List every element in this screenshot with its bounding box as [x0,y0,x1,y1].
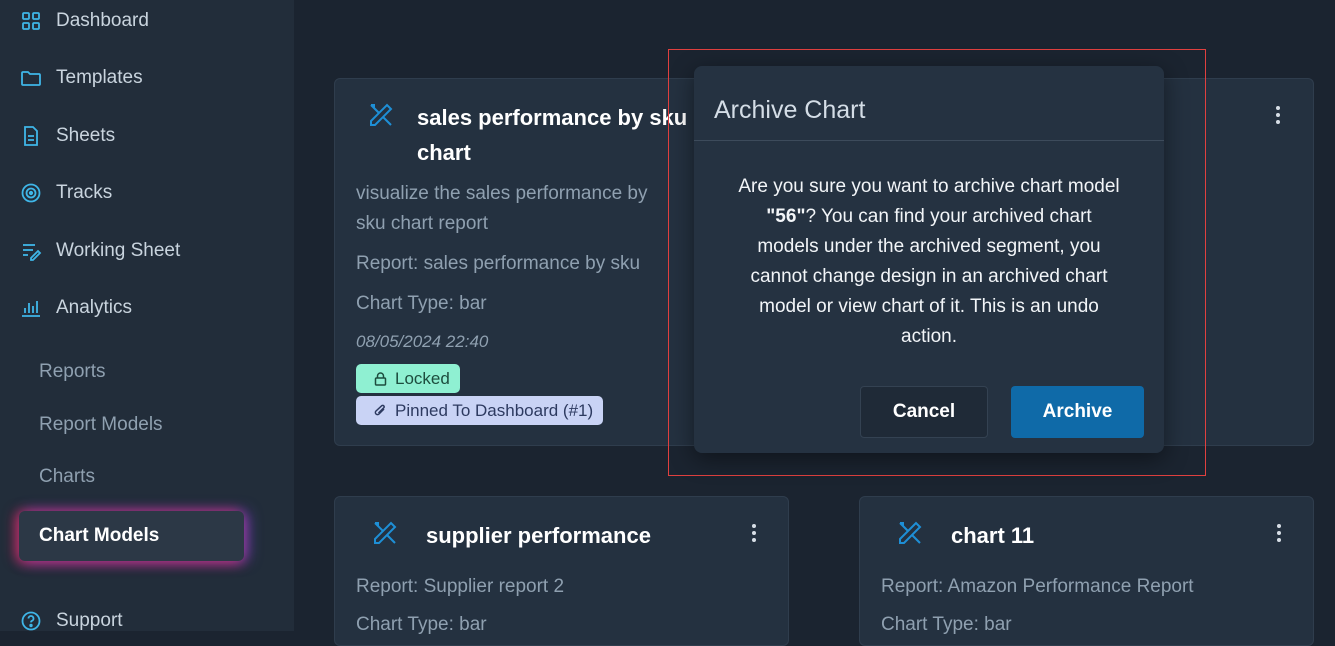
sidebar-item-label: Support [56,610,123,631]
chart-model-card[interactable]: chart 11 Report: Amazon Performance Repo… [859,496,1314,646]
sidebar-item-label: Templates [56,67,143,88]
sidebar-item-label: Working Sheet [56,240,181,261]
sidebar-subitem-charts[interactable]: Charts [39,466,95,488]
card-description-line2: sku chart report [356,213,488,234]
dashboard-icon [22,12,40,30]
more-options-icon[interactable] [1269,521,1289,545]
sidebar-item-dashboard[interactable]: Dashboard [20,6,149,36]
design-tools-icon [370,103,393,126]
sidebar-subitem-chart-models[interactable]: Chart Models [19,511,244,561]
sidebar-item-label: Dashboard [56,10,149,31]
sidebar-item-sheets[interactable]: Sheets [20,121,115,151]
locked-badge: Locked [356,364,460,393]
sidebar: Dashboard Templates Sheets Tracks Workin… [0,0,294,631]
dialog-message-start: Are you sure you want to archive chart m… [738,176,1120,197]
card-report: Report: Amazon Performance Report [881,576,1194,597]
folder-icon [21,71,41,86]
sidebar-item-working-sheet[interactable]: Working Sheet [20,236,180,266]
dialog-message-end: ? You can find your archived chart model… [750,206,1108,347]
pinned-badge-label: Pinned To Dashboard (#1) [395,400,594,420]
dialog-title: Archive Chart [714,96,866,124]
sidebar-item-label: Tracks [56,182,113,203]
dialog-message: Are you sure you want to archive chart m… [734,172,1124,352]
sidebar-item-label: Sheets [56,125,116,146]
archive-button[interactable]: Archive [1011,386,1144,438]
card-title-line1: sales performance by sku [417,105,688,130]
chart-model-card[interactable]: supplier performance Report: Supplier re… [334,496,789,646]
card-date: 08/05/2024 22:40 [356,332,489,351]
sidebar-item-support[interactable]: Support [20,606,123,636]
pinned-badge: Pinned To Dashboard (#1) [356,396,604,425]
card-description-line1: visualize the sales performance by [356,183,648,204]
sidebar-item-tracks[interactable]: Tracks [20,178,112,208]
card-report: Report: Supplier report 2 [356,576,565,597]
sidebar-subitem-report-models[interactable]: Report Models [39,414,163,436]
sidebar-subitem-reports[interactable]: Reports [39,361,106,383]
document-icon [24,126,38,146]
card-title: supplier performance [426,523,651,548]
more-options-icon[interactable] [744,521,764,545]
sidebar-item-templates[interactable]: Templates [20,63,143,93]
sidebar-item-label: Analytics [56,297,133,318]
target-icon [21,183,41,203]
paperclip-icon [374,404,385,415]
bar-chart-icon [22,301,40,317]
dialog-model-id: "56" [766,206,806,227]
design-tools-icon [374,521,397,544]
dialog-divider [694,140,1164,141]
archive-chart-dialog: Archive Chart Are you sure you want to a… [694,66,1164,453]
locked-badge-label: Locked [395,368,450,388]
sidebar-item-analytics[interactable]: Analytics [20,293,132,323]
card-title-line2: chart [417,140,471,165]
card-title: chart 11 [951,523,1035,548]
design-tools-icon [899,521,922,544]
more-options-icon[interactable] [1268,103,1288,127]
edit-list-icon [23,244,42,261]
cancel-button[interactable]: Cancel [860,386,988,438]
card-chart-type: Chart Type: bar [356,614,487,635]
lock-icon [374,371,387,386]
help-icon [21,611,41,631]
card-report: Report: sales performance by sku [356,253,641,274]
card-chart-type: Chart Type: bar [881,614,1012,635]
card-chart-type: Chart Type: bar [356,293,487,314]
sidebar-subitem-label: Chart Models [39,525,160,546]
